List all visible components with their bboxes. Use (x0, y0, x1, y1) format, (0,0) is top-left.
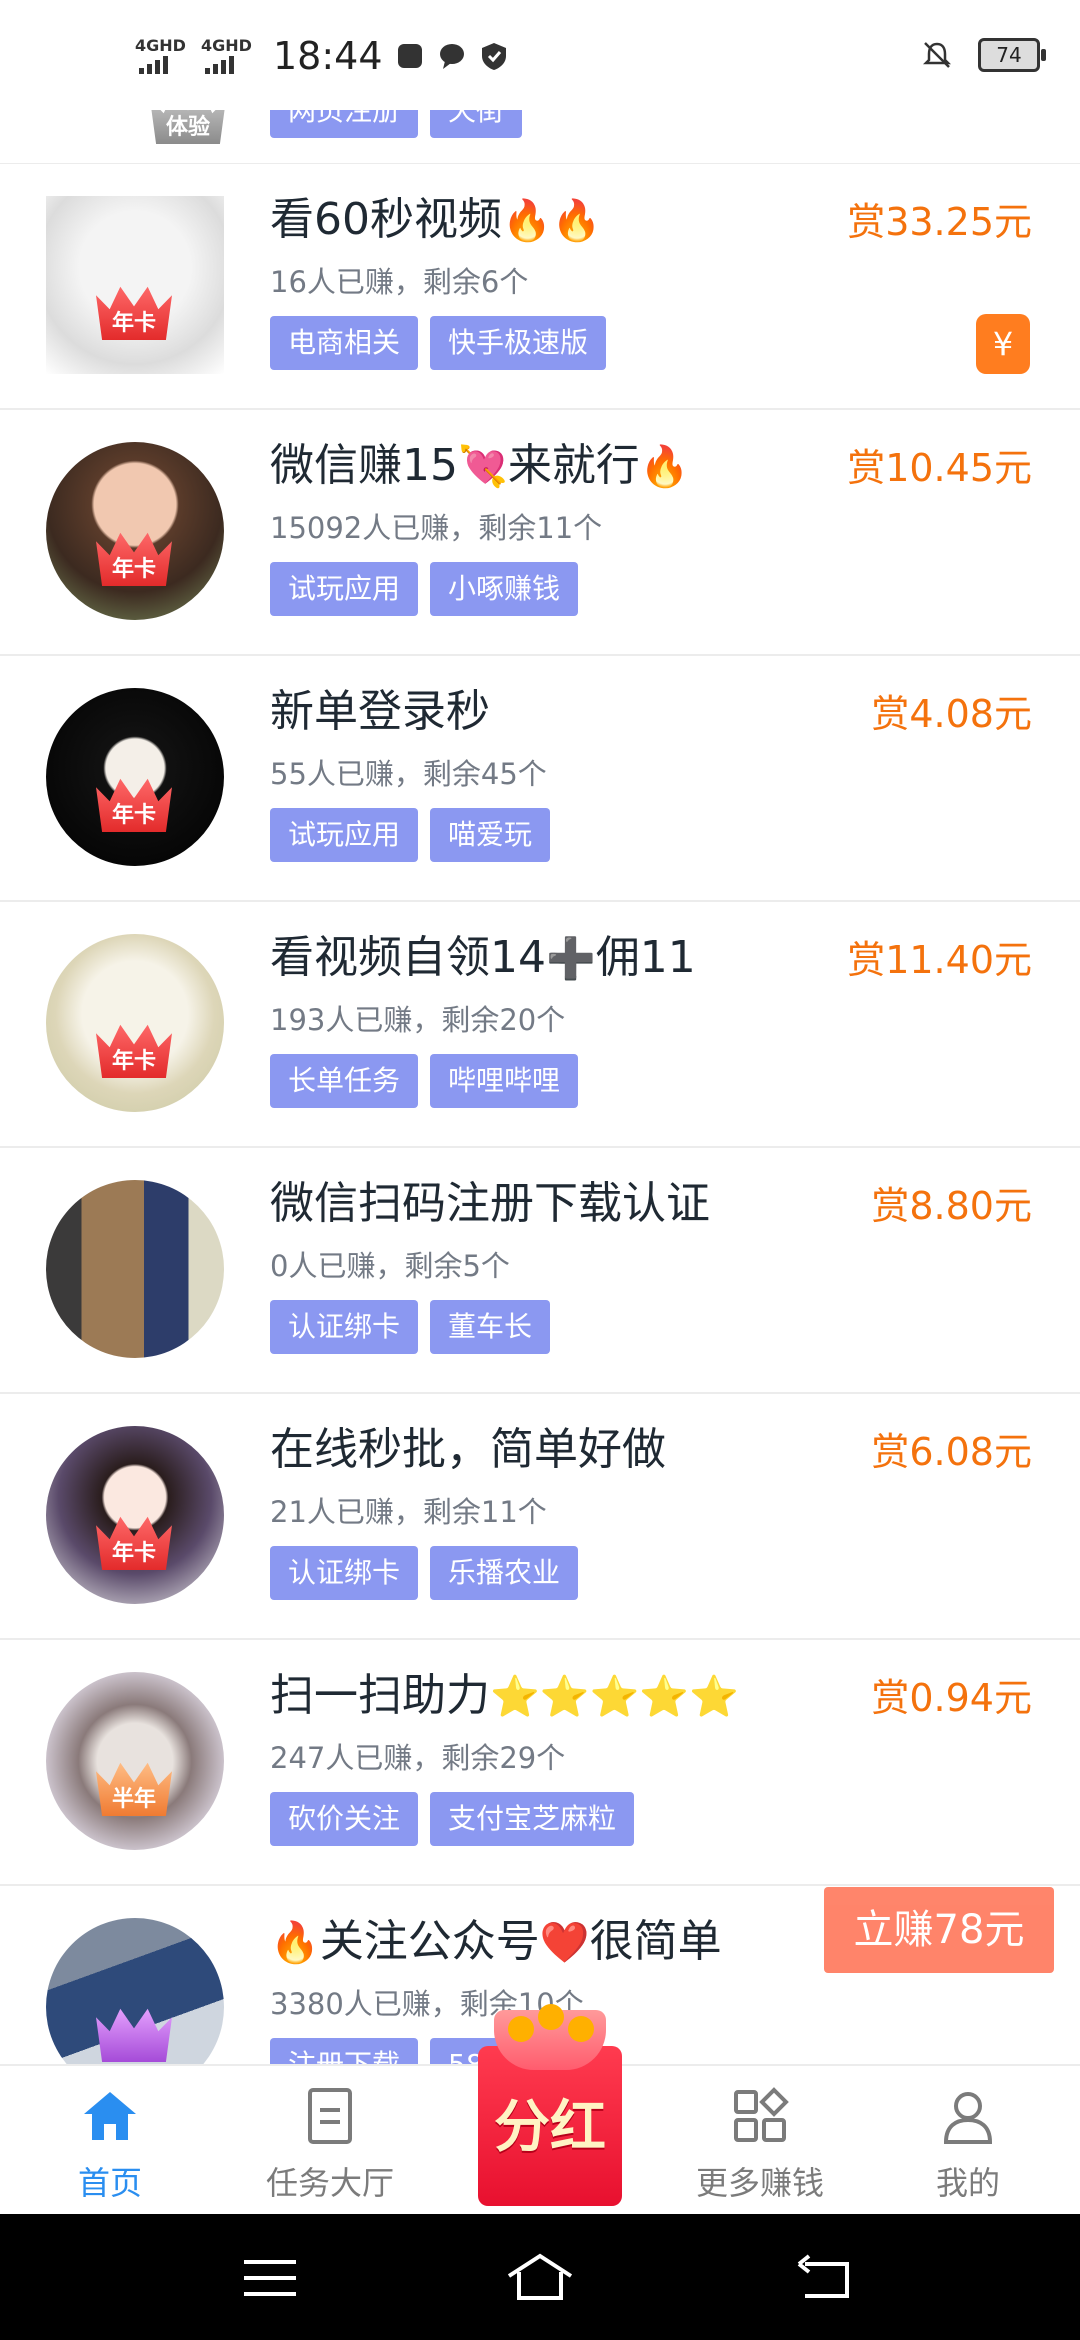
document-icon (308, 2088, 352, 2144)
task-tags: 试玩应用 喵爱玩 (270, 808, 551, 862)
task-tag: 董车长 (430, 1300, 551, 1354)
task-item[interactable]: 微信扫码注册下载认证 赏8.80元 0人已赚，剩余5个 认证绑卡 董车长 (0, 1148, 1080, 1394)
earn-now-button[interactable]: 立赚78元 (824, 1887, 1054, 1973)
task-tag: 长单任务 (270, 1054, 419, 1108)
rmb-icon[interactable]: ¥ (976, 314, 1030, 374)
task-item[interactable]: 年卡 微信赚15💘来就行🔥 赏10.45元 15092人已赚，剩余11个 试玩应… (0, 410, 1080, 656)
nav-more-earn[interactable]: 更多赚钱 (690, 2086, 830, 2204)
task-list: 年卡 看60秒视频🔥🔥 赏33.25元 16人已赚，剩余6个 电商相关 快手极速… (0, 164, 1080, 2132)
mute-bell-icon (922, 42, 952, 68)
signal-icon: 4GHD (135, 36, 189, 76)
home-button-icon[interactable] (505, 2250, 575, 2306)
task-reward: 赏10.45元 (847, 446, 1032, 490)
task-item[interactable]: 年卡 在线秒批，简单好做 赏6.08元 21人已赚，剩余11个 认证绑卡 乐播农… (0, 1394, 1080, 1640)
task-item[interactable]: 年卡 新单登录秒 赏4.08元 55人已赚，剩余45个 试玩应用 喵爱玩 (0, 656, 1080, 902)
task-tag: 试玩应用 (270, 562, 419, 616)
task-tag: 认证绑卡 (270, 1546, 419, 1600)
back-icon[interactable] (795, 2250, 855, 2306)
task-avatar (46, 1180, 224, 1358)
user-icon (943, 2092, 993, 2144)
dividend-button[interactable]: 分红 (478, 1996, 622, 2206)
task-tag: 乐播农业 (430, 1546, 579, 1600)
shield-icon (481, 43, 506, 70)
task-tag: 哔哩哔哩 (430, 1054, 579, 1108)
nav-task-hall[interactable]: 任务大厅 (260, 2086, 400, 2204)
task-tag: 试玩应用 (270, 808, 419, 862)
task-tag: 快手极速版 (430, 316, 607, 370)
task-stats: 0人已赚，剩余5个 (270, 1249, 510, 1283)
task-item[interactable]: 年卡 看视频自领14➕佣11 赏11.40元 193人已赚，剩余20个 长单任务… (0, 902, 1080, 1148)
vip-badge: 年卡 (96, 284, 172, 344)
plus-icon: ➕ (546, 936, 596, 982)
task-reward: 赏8.80元 (871, 1184, 1032, 1228)
vip-badge: 年卡 (96, 530, 172, 590)
network-label-1: 4GHD (135, 36, 186, 55)
menu-icon[interactable] (240, 2250, 300, 2306)
task-tags: 电商相关 快手极速版 (270, 316, 607, 370)
star-icon: ⭐⭐⭐⭐⭐ (490, 1674, 740, 1720)
task-stats: 15092人已赚，剩余11个 (270, 511, 603, 545)
nav-home-label: 首页 (77, 2164, 142, 2202)
status-bar: 4GHD 4GHD 18:44 74 (0, 0, 1080, 110)
nav-task-hall-label: 任务大厅 (265, 2164, 394, 2202)
nav-mine[interactable]: 我的 (898, 2086, 1038, 2204)
task-item[interactable]: 半年 扫一扫助力⭐⭐⭐⭐⭐ 赏0.94元 247人已赚，剩余29个 砍价关注 支… (0, 1640, 1080, 1886)
task-title: 看视频自领14➕佣11 (270, 932, 696, 983)
heart-icon: ❤️ (539, 1920, 590, 1966)
task-title: 微信赚15💘来就行🔥 (270, 440, 690, 491)
network-label-2: 4GHD (201, 36, 252, 55)
task-title: 新单登录秒 (270, 686, 490, 737)
task-reward: 赏11.40元 (847, 938, 1032, 982)
app-notification-icon (397, 44, 422, 68)
fire-icon: 🔥 (639, 444, 690, 490)
task-stats: 247人已赚，剩余29个 (270, 1741, 566, 1775)
task-item[interactable]: 年卡 看60秒视频🔥🔥 赏33.25元 16人已赚，剩余6个 电商相关 快手极速… (0, 164, 1080, 410)
task-reward: 赏33.25元 (847, 200, 1032, 244)
fire-icon: 🔥🔥 (502, 198, 602, 244)
task-title: 在线秒批，简单好做 (270, 1424, 666, 1475)
task-reward: 赏4.08元 (871, 692, 1032, 736)
apps-icon (734, 2087, 789, 2142)
task-tags: 认证绑卡 董车长 (270, 1300, 551, 1354)
task-tags: 砍价关注 支付宝芝麻粒 (270, 1792, 635, 1846)
task-stats: 55人已赚，剩余45个 (270, 757, 547, 791)
task-title: 微信扫码注册下载认证 (270, 1178, 710, 1229)
dividend-label: 分红 (494, 2095, 606, 2160)
battery-icon: 74 (978, 38, 1046, 72)
battery-level: 74 (996, 43, 1022, 67)
task-tag: 喵爱玩 (430, 808, 551, 862)
task-title: 看60秒视频🔥🔥 (270, 194, 602, 245)
system-nav-bar (0, 2214, 1080, 2340)
task-title: 扫一扫助力⭐⭐⭐⭐⭐ (270, 1670, 740, 1721)
task-tag: 认证绑卡 (270, 1300, 419, 1354)
task-tags: 长单任务 哔哩哔哩 (270, 1054, 579, 1108)
signal-icon: 4GHD (201, 36, 255, 76)
fire-icon: 🔥 (270, 1920, 320, 1966)
task-stats: 193人已赚，剩余20个 (270, 1003, 566, 1037)
vip-badge: 年卡 (96, 1022, 172, 1082)
heart-arrow-icon: 💘 (458, 444, 508, 490)
task-tag: 小啄赚钱 (430, 562, 579, 616)
home-icon (84, 2092, 136, 2140)
task-stats: 16人已赚，剩余6个 (270, 265, 529, 299)
vip-badge: 年卡 (96, 776, 172, 836)
vip-badge: 年卡 (96, 1514, 172, 1574)
task-reward: 赏0.94元 (871, 1676, 1032, 1720)
task-title: 🔥关注公众号❤️很简单 (270, 1916, 722, 1967)
task-tag: 电商相关 (270, 316, 419, 370)
vip-badge (96, 2006, 172, 2066)
task-tags: 试玩应用 小啄赚钱 (270, 562, 579, 616)
clock: 18:44 (273, 34, 383, 78)
task-tag: 砍价关注 (270, 1792, 419, 1846)
task-tags: 认证绑卡 乐播农业 (270, 1546, 579, 1600)
task-reward: 赏6.08元 (871, 1430, 1032, 1474)
nav-more-earn-label: 更多赚钱 (695, 2164, 824, 2202)
nav-mine-label: 我的 (935, 2164, 1000, 2202)
task-stats: 21人已赚，剩余11个 (270, 1495, 547, 1529)
nav-home[interactable]: 首页 (40, 2086, 180, 2204)
vip-badge: 半年 (96, 1760, 172, 1820)
message-icon (439, 44, 464, 69)
task-tag: 支付宝芝麻粒 (430, 1792, 635, 1846)
